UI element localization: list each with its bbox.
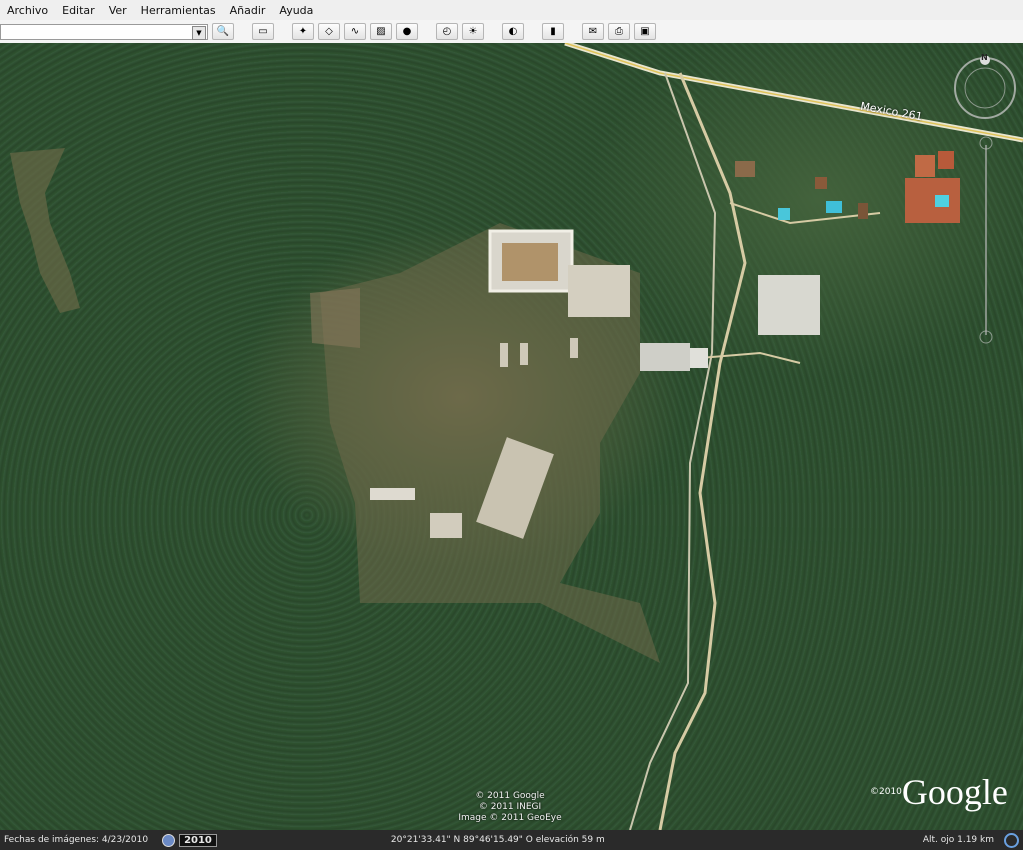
imagery-dates: Fechas de imágenes: 4/23/2010 <box>4 835 149 845</box>
logo-text: Google <box>901 772 1008 812</box>
status-bar: Fechas de imágenes: 4/23/2010 2010 20°21… <box>0 830 1023 850</box>
historical-imagery-button[interactable]: ◴ <box>436 23 458 40</box>
print-button[interactable]: ⎙ <box>608 23 630 40</box>
road-branch-resort <box>729 202 881 225</box>
search-button[interactable]: 🔍 <box>212 23 234 40</box>
save-image-button[interactable]: ▣ <box>634 23 656 40</box>
marsh-area <box>10 148 80 313</box>
map-features <box>10 43 1023 830</box>
hut-b <box>815 177 827 189</box>
navigation-compass[interactable]: N <box>953 53 1017 120</box>
compass-north: N <box>981 53 988 62</box>
image-overlay-button[interactable]: ▨ <box>370 23 392 40</box>
sunlight-icon: ☀ <box>468 26 478 37</box>
zoom-slider[interactable] <box>978 135 994 345</box>
ruin-small-d <box>520 343 528 365</box>
chevron-down-icon[interactable]: ▼ <box>192 25 206 40</box>
polygon-button[interactable]: ◇ <box>318 23 340 40</box>
planet-button[interactable]: ◐ <box>502 23 524 40</box>
path-icon: ∿ <box>350 26 360 37</box>
menu-bar: Archivo Editar Ver Herramientas Añadir A… <box>0 0 1023 20</box>
satellite-map-view[interactable]: Mexico 261 N © 2011 Google © 2011 INEGI … <box>0 43 1023 830</box>
menu-ayuda[interactable]: Ayuda <box>272 4 320 17</box>
search-icon: 🔍 <box>216 26 230 37</box>
toolbar: ▼ 🔍 ▭ ✦ ◇ ∿ ▨ ● ◴ ☀ ◐ ▮ ✉ ⎙ ▣ <box>0 20 1023 44</box>
streaming-icon <box>1004 832 1019 848</box>
image-overlay-icon: ▨ <box>376 26 386 37</box>
historical-year-button[interactable]: 2010 <box>179 833 217 847</box>
sidebar-button[interactable]: ▭ <box>252 23 274 40</box>
zoom-slider-icon <box>979 136 993 344</box>
coordinates-readout: 20°21'33.41" N 89°46'15.49" O elevación … <box>390 835 605 845</box>
copyright-line: Image © 2011 GeoEye <box>458 813 562 823</box>
logo-year: ©2010 <box>870 787 902 797</box>
compass-icon <box>954 56 1016 119</box>
polygon-icon: ◇ <box>325 26 333 37</box>
pool-a <box>935 195 949 207</box>
email-button[interactable]: ✉ <box>582 23 604 40</box>
ruin-small-a <box>370 488 415 500</box>
building-entrance <box>690 348 708 368</box>
eye-altitude: Alt. ojo 1.19 km <box>922 835 994 845</box>
ruin-small-c <box>500 343 508 367</box>
building-small <box>640 343 690 371</box>
menu-archivo[interactable]: Archivo <box>0 4 55 17</box>
tour-icon: ● <box>402 26 412 37</box>
ruin-pyramid <box>568 265 630 317</box>
road-south-a <box>629 72 717 830</box>
visitor-center <box>758 275 820 335</box>
save-image-icon: ▣ <box>640 26 650 37</box>
copyright-text: © 2011 Google © 2011 INEGI Image © 2011 … <box>440 791 580 824</box>
sidebar-icon: ▭ <box>258 26 268 37</box>
ruin-small-b <box>430 513 462 538</box>
ruin-small-e <box>570 338 578 358</box>
ruler-icon: ▮ <box>550 26 556 37</box>
placemark-icon: ✦ <box>298 26 308 37</box>
email-icon: ✉ <box>588 26 598 37</box>
copyright-line: © 2011 INEGI <box>478 802 542 812</box>
planet-icon: ◐ <box>508 26 518 37</box>
menu-anadir[interactable]: Añadir <box>223 4 273 17</box>
hut-a <box>735 161 755 177</box>
sunlight-button[interactable]: ☀ <box>462 23 484 40</box>
clearing-west <box>310 288 360 348</box>
search-input[interactable]: ▼ <box>0 23 208 40</box>
ruler-button[interactable]: ▮ <box>542 23 564 40</box>
pool-b <box>826 201 842 213</box>
print-icon: ⎙ <box>615 26 623 37</box>
google-logo: ©2010Google <box>870 771 1008 813</box>
menu-editar[interactable]: Editar <box>55 4 102 17</box>
copyright-line: © 2011 Google <box>475 791 545 801</box>
path-button[interactable]: ∿ <box>344 23 366 40</box>
placemark-button[interactable]: ✦ <box>292 23 314 40</box>
road-branch-east <box>699 351 801 364</box>
clock-icon[interactable] <box>162 833 176 847</box>
historical-imagery-icon: ◴ <box>442 26 452 37</box>
tour-button[interactable]: ● <box>396 23 418 40</box>
menu-ver[interactable]: Ver <box>102 4 134 17</box>
menu-herramientas[interactable]: Herramientas <box>134 4 223 17</box>
hut-c <box>858 203 868 219</box>
hotel-red-roofs <box>905 178 960 223</box>
pool-c <box>778 208 790 220</box>
